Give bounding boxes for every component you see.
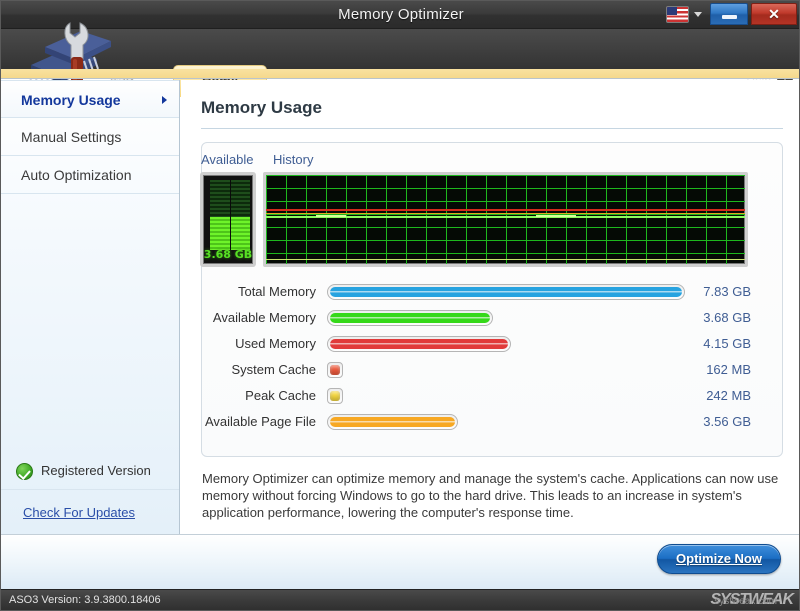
metric-value: 3.68 GB bbox=[703, 310, 751, 325]
close-button[interactable]: ✕ bbox=[751, 3, 797, 25]
accent-strip bbox=[1, 69, 800, 79]
metric-label: Available Memory bbox=[181, 310, 316, 325]
metric-value: 7.83 GB bbox=[703, 284, 751, 299]
description-text: Memory Optimizer can optimize memory and… bbox=[202, 470, 782, 521]
metric-label: Peak Cache bbox=[181, 388, 316, 403]
metric-bar-fill bbox=[330, 287, 682, 297]
metric-bar-fill bbox=[330, 339, 508, 349]
footer-bar: Optimize Now bbox=[1, 534, 800, 589]
metric-chip-fill bbox=[330, 391, 340, 401]
metric-row: System Cache 162 MB bbox=[181, 358, 763, 384]
metric-label: Used Memory bbox=[181, 336, 316, 351]
metric-row: Available Memory 3.68 GB bbox=[181, 306, 763, 332]
metric-row: Used Memory 4.15 GB bbox=[181, 332, 763, 358]
metric-value: 162 MB bbox=[706, 362, 751, 377]
check-circle-icon bbox=[16, 463, 33, 480]
language-chevron-down-icon[interactable] bbox=[694, 12, 702, 17]
graph-baseline bbox=[266, 259, 745, 260]
optimize-now-label: ptimize Now bbox=[686, 551, 762, 566]
check-for-updates-link[interactable]: Check For Updates bbox=[1, 490, 179, 534]
metric-row: Total Memory 7.83 GB bbox=[181, 280, 763, 306]
metric-bar-track bbox=[327, 284, 685, 300]
optimize-now-button[interactable]: Optimize Now bbox=[657, 544, 781, 574]
memory-metrics-list: Total Memory 7.83 GB Available Memory 3.68 … bbox=[181, 280, 763, 436]
graph-marker-b bbox=[536, 215, 576, 217]
sidebar-item-auto-optimization[interactable]: Auto Optimization bbox=[1, 156, 179, 194]
metric-chip bbox=[327, 388, 343, 404]
memory-history-graph bbox=[263, 172, 748, 267]
chevron-right-icon bbox=[162, 96, 167, 104]
metric-bar-fill bbox=[330, 417, 455, 427]
label-history[interactable]: History bbox=[273, 152, 313, 167]
minimize-button[interactable] bbox=[710, 3, 748, 25]
metric-label: Available Page File bbox=[181, 414, 316, 429]
registered-version-row: Registered Version bbox=[1, 452, 179, 490]
metric-label: System Cache bbox=[181, 362, 316, 377]
optimize-now-accesskey: O bbox=[676, 551, 686, 566]
main-content: Memory Usage Available History 3.68 GB T… bbox=[181, 80, 800, 534]
metric-label: Total Memory bbox=[181, 284, 316, 299]
sidebar-item-manual-settings[interactable]: Manual Settings bbox=[1, 118, 179, 156]
metric-value: 4.15 GB bbox=[703, 336, 751, 351]
metric-row: Peak Cache 242 MB bbox=[181, 384, 763, 410]
sidebar-item-memory-usage[interactable]: Memory Usage bbox=[1, 80, 179, 118]
systweak-watermark-sub: systweak.com bbox=[714, 596, 777, 607]
window-controls: ✕ bbox=[666, 3, 797, 25]
page-title: Memory Usage bbox=[201, 98, 322, 118]
metric-value: 3.56 GB bbox=[703, 414, 751, 429]
metric-chip bbox=[327, 362, 343, 378]
sidebar-item-label: Manual Settings bbox=[21, 129, 121, 145]
graph-marker-a bbox=[316, 215, 346, 217]
metric-bar-track bbox=[327, 414, 458, 430]
us-flag-icon[interactable] bbox=[666, 6, 689, 23]
memory-optimizer-window: Memory Optimizer ✕ bbox=[0, 0, 800, 611]
label-available[interactable]: Available bbox=[201, 152, 254, 167]
sidebar-item-label: Memory Usage bbox=[21, 92, 121, 108]
sidebar: Memory Usage Manual Settings Auto Optimi… bbox=[1, 80, 180, 534]
gauge-value-label: 3.68 GB bbox=[203, 248, 253, 261]
graph-gridlines bbox=[266, 175, 745, 264]
registered-version-label: Registered Version bbox=[41, 463, 151, 478]
metric-row: Available Page File 3.56 GB bbox=[181, 410, 763, 436]
sidebar-item-label: Auto Optimization bbox=[21, 167, 132, 183]
sidebar-footer: Registered Version Check For Updates bbox=[1, 452, 179, 534]
metric-bar-fill bbox=[330, 313, 490, 323]
version-text: ASO3 Version: 3.9.3800.18406 bbox=[9, 594, 161, 606]
used-memory-line bbox=[266, 209, 745, 211]
status-bar: ASO3 Version: 3.9.3800.18406 SYSTWEAK sy… bbox=[1, 589, 800, 611]
page-file-line bbox=[266, 213, 745, 214]
gauge-divider bbox=[230, 180, 231, 250]
header-bar: aso Home Help bbox=[1, 29, 800, 69]
available-memory-gauge: 3.68 GB bbox=[200, 172, 256, 267]
metric-value: 242 MB bbox=[706, 388, 751, 403]
title-divider bbox=[201, 128, 783, 129]
metric-bar-track bbox=[327, 310, 493, 326]
metric-chip-fill bbox=[330, 365, 340, 375]
gauge-track bbox=[210, 180, 250, 250]
metric-bar-track bbox=[327, 336, 511, 352]
